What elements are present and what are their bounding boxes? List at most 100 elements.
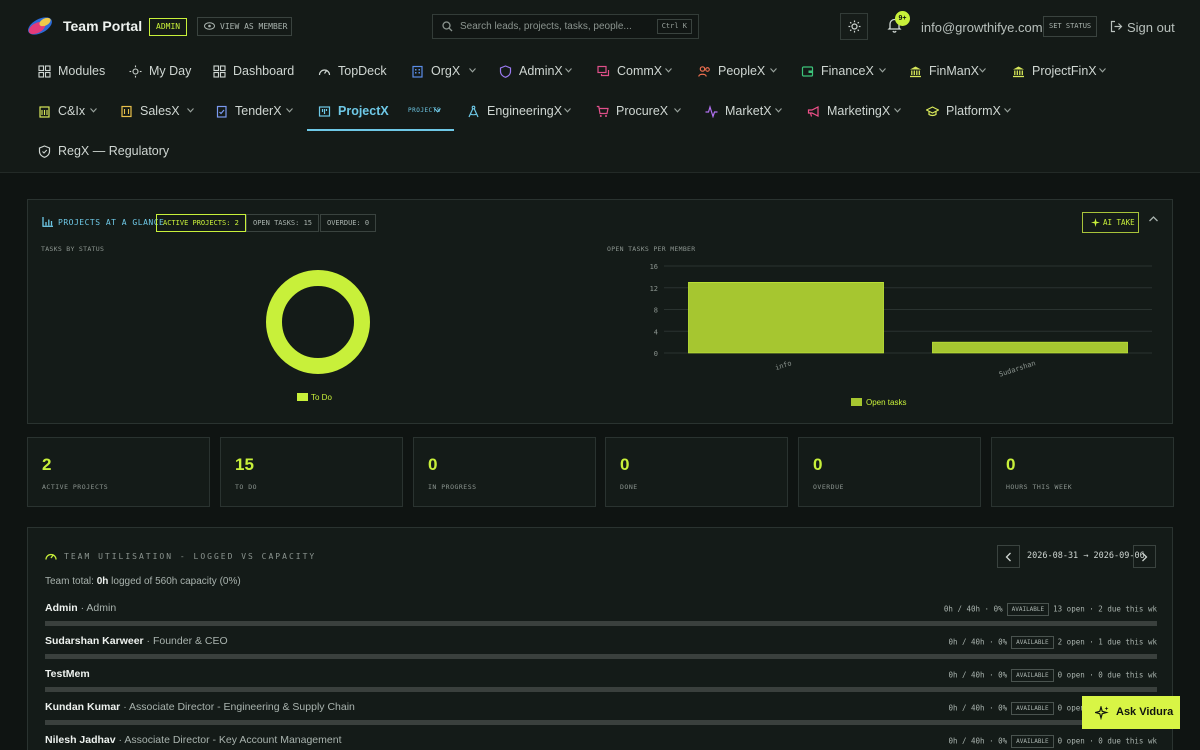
bar xyxy=(932,341,1128,354)
stat-label: IN PROGRESS xyxy=(428,483,477,491)
chevron-down-icon xyxy=(286,108,293,113)
availability-badge: AVAILABLE xyxy=(1011,636,1054,649)
member-name: Sudarshan Karweer xyxy=(45,635,144,647)
legend-swatch xyxy=(297,393,308,401)
logo-icon[interactable] xyxy=(26,14,54,38)
theme-toggle-button[interactable] xyxy=(840,13,868,40)
sign-out-button[interactable]: Sign out xyxy=(1110,20,1175,35)
nav-label: ProjectFinX xyxy=(1032,64,1097,78)
nav-label: Modules xyxy=(58,64,106,78)
utilisation-row: TestMem 0h / 40h · 0% AVAILABLE 0 open · 0… xyxy=(45,668,1157,698)
chevron-down-icon xyxy=(187,108,194,113)
gauge-icon xyxy=(45,553,57,560)
member-name: Kundan Kumar xyxy=(45,701,121,713)
set-status-button[interactable]: SET STATUS xyxy=(1043,16,1098,37)
nav-label: MarketX xyxy=(725,104,772,118)
availability-badge: AVAILABLE xyxy=(1006,603,1050,616)
stat-card-in-progress[interactable]: 0 IN PROGRESS xyxy=(413,437,596,507)
date-range: 2026-08-31 → 2026-09-06 xyxy=(1027,551,1145,561)
stat-value: 0 xyxy=(813,455,823,474)
member-tasks: 2 open · 1 due this wk xyxy=(1057,637,1157,647)
brand-name: Team Portal xyxy=(63,18,143,34)
view-as-member-label: VIEW AS MEMBER xyxy=(220,22,288,31)
y-tick-label: 0 xyxy=(654,350,658,358)
chevron-down-icon xyxy=(665,68,672,73)
chevron-left-icon xyxy=(1005,552,1011,562)
nav-label: FinanceX xyxy=(821,64,874,78)
nav-label: TopDeck xyxy=(338,64,387,78)
user-email[interactable]: info@growthifye.com xyxy=(921,20,1043,35)
team-total-logged: 0h xyxy=(96,576,109,587)
legend-swatch xyxy=(851,398,862,406)
member-name-cell: Nilesh Jadhav · Associate Director - Key… xyxy=(45,734,341,746)
utilisation-row: Nilesh Jadhav · Associate Director - Key… xyxy=(45,734,1157,750)
utilisation-bar xyxy=(45,687,1157,692)
building-icon xyxy=(412,65,423,78)
document-icon xyxy=(121,105,132,118)
y-tick-label: 8 xyxy=(654,307,658,315)
stat-label: ACTIVE PROJECTS xyxy=(42,483,109,491)
member-name-cell: Admin · Admin xyxy=(45,602,116,614)
member-role: · Associate Director - Engineering & Sup… xyxy=(123,701,355,713)
utilisation-bar xyxy=(45,654,1157,659)
stat-card-active-projects[interactable]: 2 ACTIVE PROJECTS xyxy=(27,437,210,507)
nav-label: Dashboard xyxy=(233,64,295,78)
chevron-down-icon xyxy=(1004,108,1011,113)
cart-icon xyxy=(596,105,609,117)
eye-icon xyxy=(204,22,215,30)
member-name: Nilesh Jadhav xyxy=(45,734,116,746)
stat-value: 15 xyxy=(235,455,254,474)
chevron-right-icon xyxy=(1142,552,1148,562)
chevron-down-icon xyxy=(469,68,476,73)
previous-week-button[interactable] xyxy=(997,545,1020,568)
member-stats: 0h / 40h · 0% AVAILABLE 13 open · 2 due th… xyxy=(944,603,1157,616)
nav-label: TenderX xyxy=(235,104,282,118)
bar xyxy=(688,282,884,354)
member-name: Admin xyxy=(45,602,78,614)
stat-card-hours-this-week[interactable]: 0 HOURS THIS WEEK xyxy=(991,437,1174,507)
nav-label: SalesX xyxy=(140,104,180,118)
chevron-down-icon xyxy=(564,108,571,113)
nav-label: EngineeringX xyxy=(487,104,563,118)
availability-badge: AVAILABLE xyxy=(1011,669,1054,682)
shield-check-icon xyxy=(38,145,51,158)
stat-label: TO DO xyxy=(235,483,258,491)
chevron-down-icon xyxy=(894,108,901,113)
team-total-suffix: logged of 560h capacity (0%) xyxy=(111,576,241,587)
nav-label: ProcureX xyxy=(616,104,669,118)
search-icon xyxy=(442,21,453,32)
glance-charts: To Do 16 12 8 4 0 info Sudarshan Open tasks xyxy=(266,263,1152,407)
stat-value: 0 xyxy=(620,455,630,474)
active-tab-indicator xyxy=(307,129,454,131)
stat-card-overdue[interactable]: 0 OVERDUE xyxy=(798,437,981,507)
sign-out-icon xyxy=(1110,20,1123,33)
notification-count-badge: 9+ xyxy=(895,11,910,26)
search-input[interactable]: Search leads, projects, tasks, people...… xyxy=(432,14,699,39)
app-header: Team Portal ADMIN VIEW AS MEMBER Search … xyxy=(0,0,1200,173)
chevron-down-icon xyxy=(879,68,886,73)
ask-vidura-button[interactable]: Ask Vidura xyxy=(1082,696,1180,729)
view-as-member-button[interactable]: VIEW AS MEMBER xyxy=(197,17,292,36)
y-tick-label: 16 xyxy=(650,263,658,271)
next-week-button[interactable] xyxy=(1133,545,1156,568)
nav-label: PeopleX xyxy=(718,64,766,78)
pulse-icon xyxy=(705,105,718,118)
member-tasks: 13 open · 2 due this wk xyxy=(1053,604,1157,614)
member-hours: 0h / 40h · 0% xyxy=(948,670,1008,680)
donut-slice xyxy=(266,270,370,374)
stat-card-done[interactable]: 0 DONE xyxy=(605,437,788,507)
nav-label: ProjectX xyxy=(338,104,389,118)
sign-out-label: Sign out xyxy=(1127,20,1175,35)
member-stats: 0h / 40h · 0% AVAILABLE 2 open · 1 due thi… xyxy=(948,636,1157,649)
member-tasks: 0 open · 0 due this wk xyxy=(1057,736,1157,746)
stat-card-to-do[interactable]: 15 TO DO xyxy=(220,437,403,507)
availability-badge: AVAILABLE xyxy=(1011,702,1054,715)
projects-at-a-glance-panel: PROJECTS AT A GLANCE ACTIVE PROJECTS: 2 … xyxy=(27,199,1173,424)
stat-label: DONE xyxy=(620,483,638,491)
nav-label: C&Ix xyxy=(58,104,86,118)
legend-label: To Do xyxy=(311,393,332,402)
stat-value: 0 xyxy=(428,455,438,474)
stat-value: 2 xyxy=(42,455,52,474)
chevron-down-icon xyxy=(770,68,777,73)
member-name-cell: TestMem xyxy=(45,668,90,680)
